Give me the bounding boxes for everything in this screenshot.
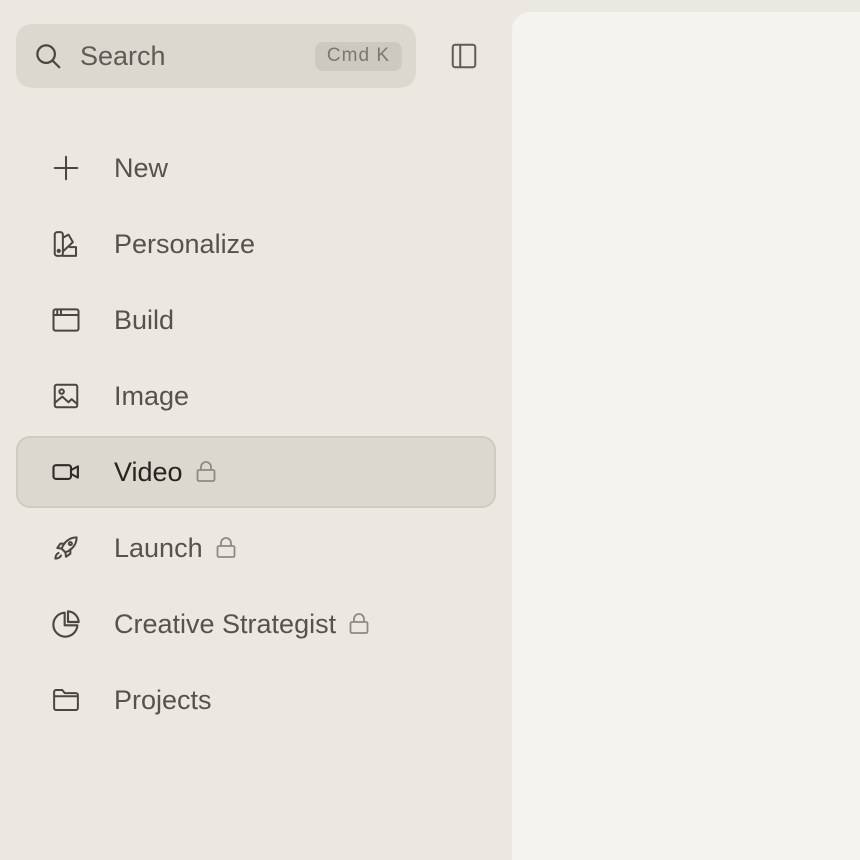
search-placeholder: Search (80, 40, 166, 71)
sidebar-nav: New Personalize Build Image Video Launch… (16, 132, 496, 740)
browser-window-icon (48, 302, 84, 338)
sidebar-item-label: New (114, 152, 169, 183)
app-window: Search Cmd K New Personalize Build Image… (0, 0, 860, 860)
plus-icon (48, 150, 84, 186)
sidebar-item-personalize[interactable]: Personalize (16, 208, 496, 280)
main-content-panel (512, 12, 860, 860)
sidebar-item-label: Launch (114, 532, 203, 563)
video-camera-icon (48, 454, 84, 490)
swatch-palette-icon (48, 226, 84, 262)
sidebar-item-label: Projects (114, 684, 212, 715)
sidebar-item-label: Video (114, 456, 183, 487)
sidebar-item-label: Creative Strategist (114, 608, 337, 639)
rocket-icon (48, 530, 84, 566)
sidebar-item-launch[interactable]: Launch (16, 512, 496, 584)
lock-icon (195, 459, 219, 485)
sidebar-item-projects[interactable]: Projects (16, 664, 496, 736)
sidebar-panel-icon (449, 41, 479, 71)
sidebar-toggle-button[interactable] (444, 36, 484, 76)
sidebar-item-build[interactable]: Build (16, 284, 496, 356)
sidebar-item-creative-strategist[interactable]: Creative Strategist (16, 588, 496, 660)
sidebar-item-label: Personalize (114, 228, 256, 259)
sidebar: Search Cmd K New Personalize Build Image… (0, 0, 512, 860)
pie-chart-icon (48, 606, 84, 642)
folder-icon (48, 682, 84, 718)
keyboard-shortcut-badge: Cmd K (314, 41, 402, 71)
sidebar-item-new[interactable]: New (16, 132, 496, 204)
search-bar[interactable]: Search Cmd K (16, 24, 416, 88)
search-icon (32, 40, 64, 72)
sidebar-item-video[interactable]: Video (16, 436, 496, 508)
lock-icon (348, 611, 372, 637)
lock-icon (215, 535, 239, 561)
sidebar-item-label: Build (114, 304, 175, 335)
image-icon (48, 378, 84, 414)
sidebar-item-image[interactable]: Image (16, 360, 496, 432)
sidebar-item-label: Image (114, 380, 190, 411)
